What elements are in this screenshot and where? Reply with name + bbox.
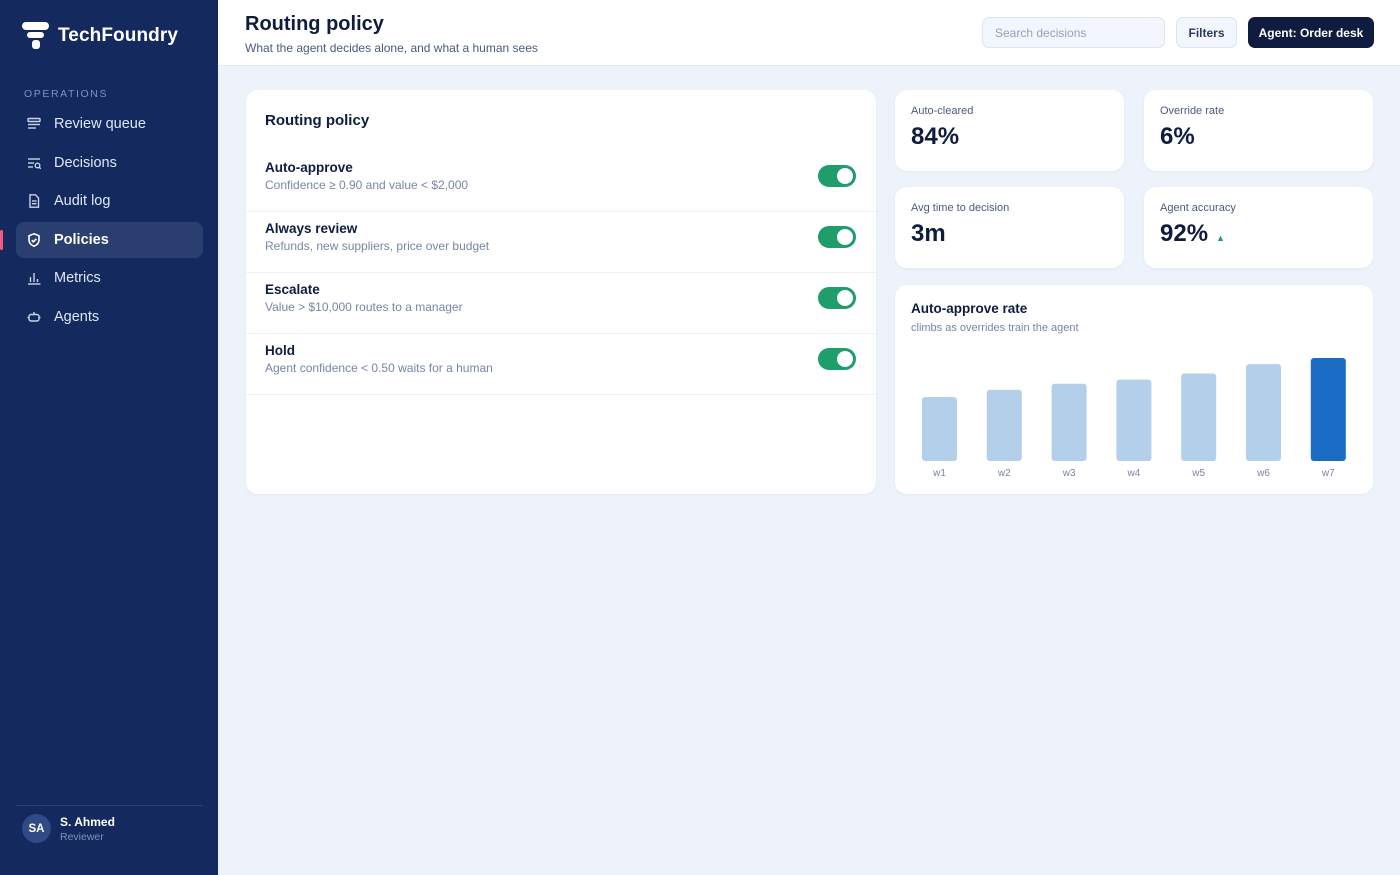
brand-name: TechFoundry bbox=[58, 25, 179, 46]
kpi-card-agent-accuracy: Agent accuracy 92% ▲ bbox=[1144, 187, 1373, 268]
policy-card-title: Routing policy bbox=[265, 112, 370, 129]
sidebar-item-decisions[interactable]: Decisions bbox=[16, 145, 203, 181]
auto-approve-chart-card: Auto-approve rate climbs as overrides tr… bbox=[895, 285, 1373, 494]
chart-tick-label: w2 bbox=[997, 468, 1011, 479]
sidebar-item-label: Audit log bbox=[54, 193, 111, 209]
kpi-card-auto-cleared: Auto-cleared 84% bbox=[895, 90, 1124, 171]
kpi-label: Override rate bbox=[1160, 105, 1225, 117]
rule-description: Refunds, new suppliers, price over budge… bbox=[265, 239, 490, 253]
kpi-value-row: 84% bbox=[911, 123, 959, 151]
rule-name: Escalate bbox=[265, 282, 320, 297]
chart-tick-label: w3 bbox=[1062, 468, 1076, 479]
sidebar-item-metrics[interactable]: Metrics bbox=[16, 260, 203, 296]
kpi-value: 84% bbox=[911, 123, 960, 150]
page-header: Routing policy What the agent decides al… bbox=[218, 0, 1400, 66]
kpi-value: 92% bbox=[1160, 220, 1209, 247]
brand-logo-icon bbox=[22, 22, 50, 50]
rule-description: Confidence ≥ 0.90 and value < $2,000 bbox=[265, 178, 469, 192]
sidebar-item-label: Metrics bbox=[54, 270, 101, 286]
sidebar-item-audit-log[interactable]: Audit log bbox=[16, 183, 203, 219]
user-name: S. Ahmed bbox=[60, 814, 115, 829]
user-profile[interactable]: SA S. Ahmed Reviewer bbox=[22, 814, 115, 843]
agent-selector-button[interactable]: Agent: Order desk bbox=[1248, 17, 1374, 48]
policy-rule-hold: Hold Agent confidence < 0.50 waits for a… bbox=[246, 334, 876, 395]
chart-bar-w6 bbox=[1246, 364, 1281, 461]
sidebar-item-label: Review queue bbox=[54, 116, 146, 132]
kpi-value-row: 6% bbox=[1160, 123, 1195, 151]
shield-icon bbox=[28, 232, 40, 247]
kpi-label: Auto-cleared bbox=[911, 105, 974, 117]
rule-toggle[interactable] bbox=[818, 348, 856, 370]
chart-tick-label: w6 bbox=[1256, 468, 1270, 479]
sidebar-item-agents[interactable]: Agents bbox=[16, 299, 203, 335]
kpi-card-override-rate: Override rate 6% bbox=[1144, 90, 1373, 171]
rule-description: Value > $10,000 routes to a manager bbox=[265, 300, 463, 314]
page-subtitle: What the agent decides alone, and what a… bbox=[245, 41, 538, 55]
kpi-label: Avg time to decision bbox=[911, 202, 1010, 214]
page-title: Routing policy bbox=[245, 13, 384, 35]
agent-icon bbox=[27, 311, 41, 322]
kpi-label: Agent accuracy bbox=[1160, 202, 1236, 214]
chart-bar-w4 bbox=[1116, 379, 1152, 461]
policy-rule-always-review: Always review Refunds, new suppliers, pr… bbox=[246, 212, 876, 273]
user-role: Reviewer bbox=[60, 830, 104, 843]
rule-toggle[interactable] bbox=[818, 287, 856, 309]
sidebar-item-label: Agents bbox=[54, 308, 100, 325]
sidebar-item-label: Policies bbox=[54, 231, 109, 248]
bar-chart-icon bbox=[28, 273, 41, 285]
chart-tick-label: w5 bbox=[1191, 468, 1205, 479]
sidebar-item-label: Decisions bbox=[54, 154, 117, 171]
search-input[interactable] bbox=[982, 17, 1165, 48]
chart-tick-label: w4 bbox=[1127, 468, 1141, 479]
decisions-icon bbox=[28, 157, 42, 169]
kpi-value: 3m bbox=[911, 220, 946, 247]
kpi-value-row: 92% ▲ bbox=[1160, 220, 1225, 248]
kpi-value-row: 3m bbox=[911, 220, 946, 248]
chart-bar-w2 bbox=[986, 389, 1022, 461]
rule-name: Hold bbox=[265, 343, 295, 358]
rule-toggle[interactable] bbox=[818, 226, 856, 248]
chart-bar-w7 bbox=[1310, 358, 1346, 461]
chart-bar-w5 bbox=[1181, 373, 1217, 461]
avatar: SA bbox=[22, 814, 51, 843]
policy-rule-auto-approve: Auto-approve Confidence ≥ 0.90 and value… bbox=[246, 151, 876, 212]
chart-tick-label: w7 bbox=[1321, 468, 1335, 479]
chart-tick-label: w1 bbox=[932, 468, 946, 479]
kpi-card-avg-time: Avg time to decision 3m bbox=[895, 187, 1124, 268]
queue-icon bbox=[27, 117, 41, 129]
sidebar-item-policies[interactable]: Policies bbox=[0, 221, 203, 258]
rule-name: Auto-approve bbox=[265, 160, 353, 175]
document-icon bbox=[29, 194, 40, 208]
sidebar-nav: Review queue Decisions Audit log Policie… bbox=[0, 106, 203, 337]
sidebar-divider bbox=[16, 805, 203, 806]
auto-approve-bar-chart: w1 w2 w3 w4 w5 w6 w7 bbox=[922, 358, 1346, 479]
kpi-value: 6% bbox=[1160, 123, 1195, 150]
sidebar-item-review-queue[interactable]: Review queue bbox=[16, 106, 203, 142]
chart-bar-w1 bbox=[922, 397, 957, 461]
filters-button[interactable]: Filters bbox=[1176, 17, 1237, 48]
policy-rule-escalate: Escalate Value > $10,000 routes to a man… bbox=[246, 273, 876, 334]
sidebar: TechFoundry OPERATIONS Review queue Deci… bbox=[0, 0, 218, 875]
trend-up-icon: ▲ bbox=[1216, 233, 1225, 243]
routing-policy-card: Routing policy Auto-approve Confidence ≥… bbox=[246, 90, 876, 494]
rule-name: Always review bbox=[265, 221, 358, 236]
brand[interactable]: TechFoundry bbox=[22, 22, 178, 50]
rule-description: Agent confidence < 0.50 waits for a huma… bbox=[265, 361, 493, 375]
chart-bar-w3 bbox=[1051, 383, 1087, 461]
nav-section-label: OPERATIONS bbox=[24, 88, 109, 100]
rule-toggle[interactable] bbox=[818, 165, 856, 187]
